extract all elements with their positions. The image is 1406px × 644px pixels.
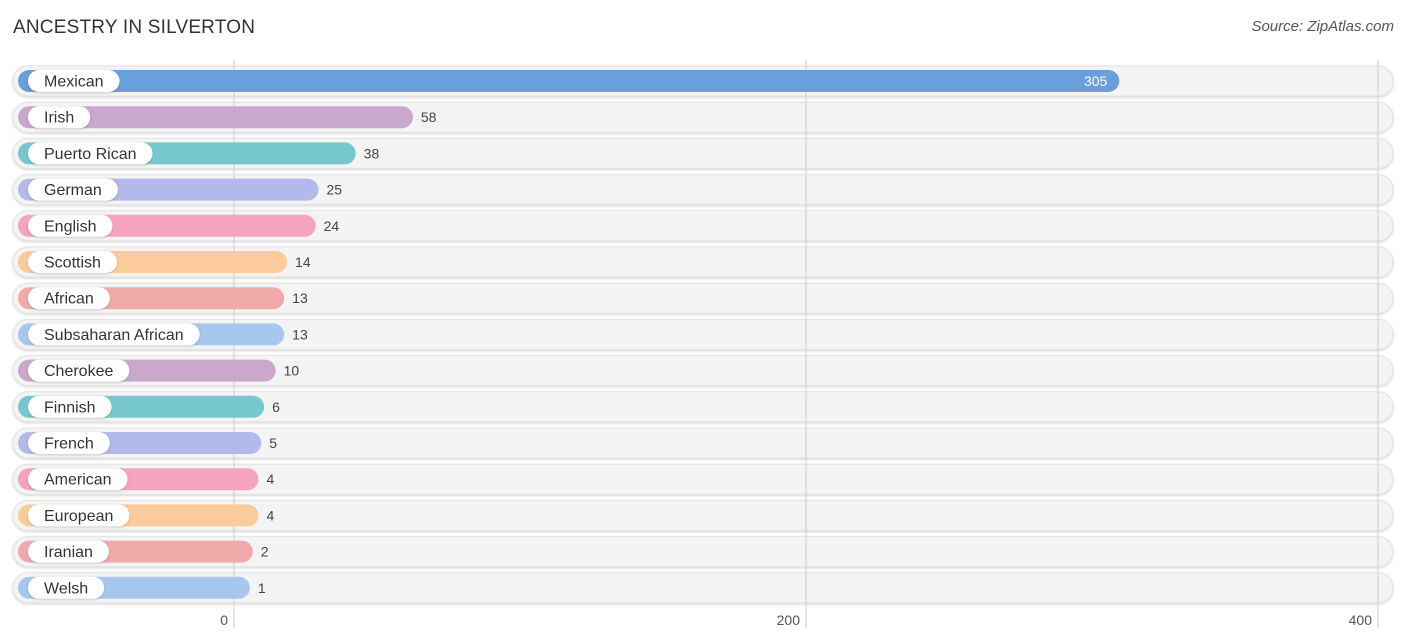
value-label: 6 [272, 399, 280, 415]
category-label: Mexican [44, 74, 104, 91]
value-label: 305 [1084, 73, 1108, 89]
value-label: 4 [266, 471, 274, 487]
bar[interactable] [18, 70, 1120, 92]
value-label: 14 [295, 254, 311, 270]
category-label: Scottish [44, 255, 101, 272]
bar-row: Cherokee 10 [18, 359, 300, 382]
x-tick-label: 200 [777, 612, 801, 628]
category-label: Welsh [44, 580, 88, 597]
value-label: 25 [327, 182, 343, 198]
bar-chart: Mexican 305Irish 58Puerto Rican 38German 25E… [12, 60, 1394, 628]
value-label: 5 [269, 435, 277, 451]
bar-row: Mexican 305 [18, 70, 1120, 92]
bar-row: Subsaharan African 13 [18, 323, 308, 346]
value-label: 1 [258, 580, 266, 596]
category-label: Subsaharan African [44, 327, 184, 344]
category-label: German [44, 182, 102, 199]
value-label: 10 [284, 363, 300, 379]
category-label: Iranian [44, 544, 93, 561]
bar-row: African 13 [18, 287, 308, 310]
bar-row: English 24 [18, 214, 340, 237]
bar-row: Finnish 6 [18, 395, 280, 418]
bar-row: Irish 58 [18, 106, 437, 129]
value-label: 13 [292, 326, 308, 342]
category-label: Finnish [44, 399, 96, 416]
x-tick-label: 400 [1349, 612, 1373, 628]
category-label: Puerto Rican [44, 146, 137, 163]
bar-row: Scottish 14 [18, 251, 311, 273]
category-label: Cherokee [44, 363, 113, 380]
category-label: African [44, 291, 94, 308]
bar-row: American 4 [18, 468, 274, 491]
x-tick-label: 0 [220, 612, 228, 628]
bar-row: Welsh 1 [18, 576, 266, 599]
value-label: 4 [266, 507, 274, 523]
value-label: 24 [324, 218, 340, 234]
bar-row: Puerto Rican 38 [18, 142, 380, 165]
category-label: European [44, 508, 113, 525]
category-label: French [44, 436, 94, 453]
bar-row: French 5 [18, 432, 277, 454]
value-label: 2 [261, 544, 269, 560]
value-label: 13 [292, 290, 308, 306]
bar-row: Iranian 2 [18, 540, 269, 563]
bar-row: European 4 [18, 504, 274, 527]
category-label: English [44, 218, 96, 235]
value-label: 38 [364, 145, 380, 161]
category-label: American [44, 472, 112, 489]
category-label: Irish [44, 110, 74, 127]
value-label: 58 [421, 109, 437, 125]
bar-row: German 25 [18, 178, 343, 201]
